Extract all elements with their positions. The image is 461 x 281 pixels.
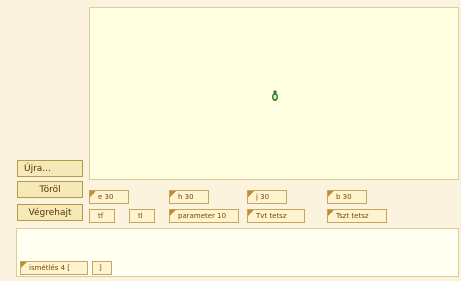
command-right[interactable]: j 30 — [247, 190, 287, 204]
turtle-canvas[interactable] — [89, 7, 459, 180]
command-tvt[interactable]: Tvt tetsz — [247, 209, 305, 223]
command-tszt[interactable]: Tszt tetsz — [327, 209, 387, 223]
clear-button[interactable]: Töröl — [17, 181, 83, 198]
command-left[interactable]: b 30 — [327, 190, 367, 204]
command-label: tl — [138, 212, 143, 220]
command-label: j 30 — [256, 193, 270, 201]
command-pen-down[interactable]: tl — [129, 209, 155, 223]
command-tag-icon — [90, 191, 96, 197]
command-tag-icon — [248, 210, 254, 216]
command-tag-icon — [170, 210, 176, 216]
command-label: b 30 — [336, 193, 352, 201]
command-backward[interactable]: h 30 — [169, 190, 209, 204]
execute-button[interactable]: Végrehajt — [17, 204, 83, 221]
command-tag-icon — [170, 191, 176, 197]
command-label: Tvt tetsz — [256, 212, 287, 220]
command-label: h 30 — [178, 193, 194, 201]
restart-button[interactable]: Újra... — [17, 160, 83, 177]
program-area[interactable]: ismétlés 4 [ ] — [16, 228, 459, 277]
repeat-block[interactable]: ismétlés 4 [ — [20, 261, 88, 275]
command-tag-icon — [328, 210, 334, 216]
command-label: Tszt tetsz — [336, 212, 369, 220]
command-forward[interactable]: e 30 — [89, 190, 129, 204]
command-tag-icon — [248, 191, 254, 197]
command-parameter[interactable]: parameter 10 — [169, 209, 239, 223]
command-tag-icon — [21, 262, 27, 268]
command-label: tf — [98, 212, 104, 220]
command-pen-up[interactable]: tf — [89, 209, 115, 223]
repeat-close-block[interactable]: ] — [92, 261, 112, 275]
turtle-icon — [272, 90, 278, 101]
command-label: parameter 10 — [178, 212, 227, 220]
repeat-label: ismétlés 4 [ — [29, 264, 70, 272]
command-tag-icon — [328, 191, 334, 197]
repeat-close-label: ] — [99, 264, 102, 272]
command-label: e 30 — [98, 193, 114, 201]
